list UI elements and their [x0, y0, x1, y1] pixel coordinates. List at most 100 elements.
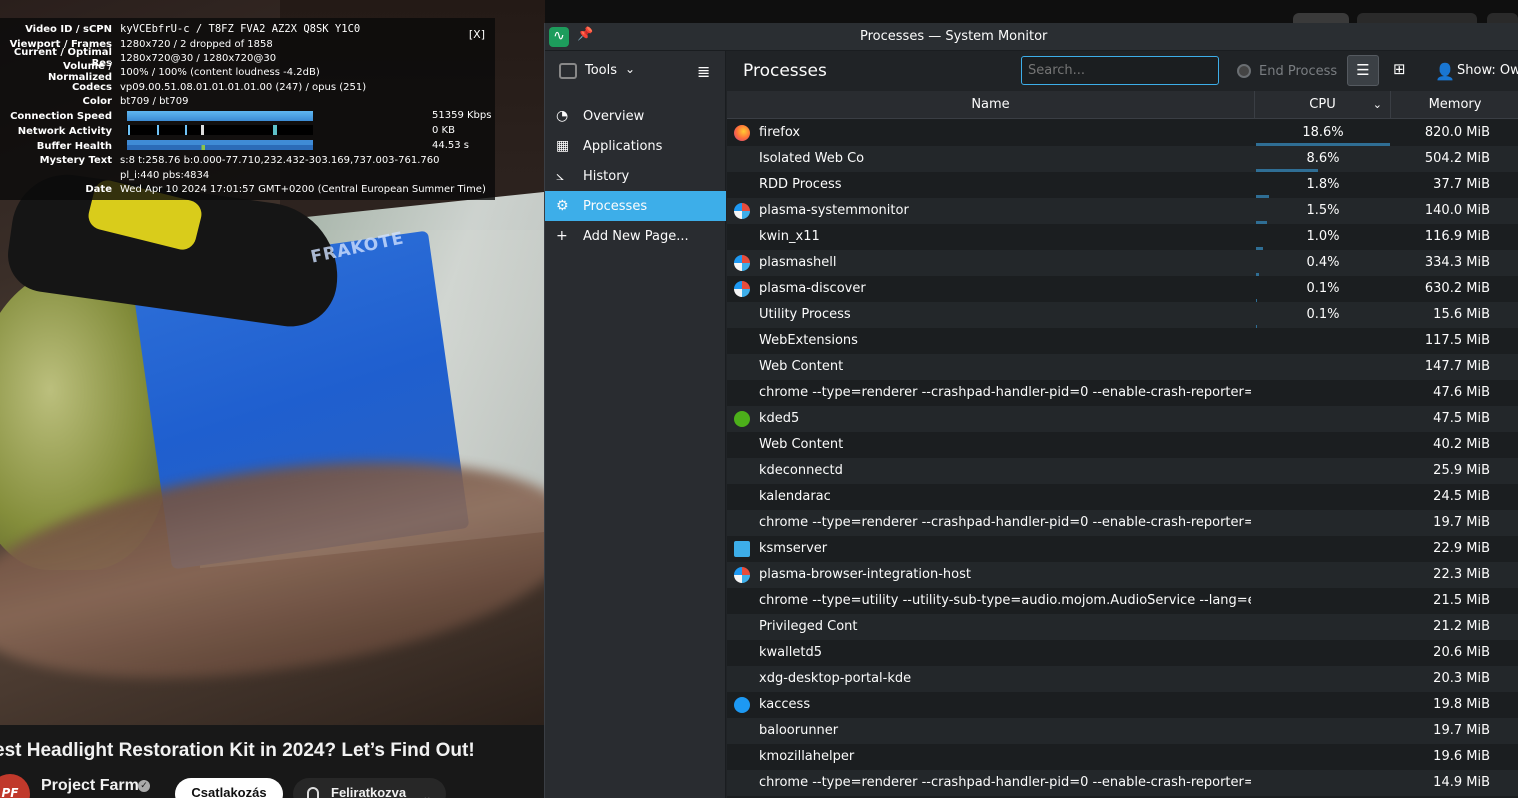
firefox-icon: [734, 125, 750, 141]
table-row[interactable]: kmozillahelper 19.6 MiB: [727, 744, 1518, 770]
table-row[interactable]: WebExtensions 117.5 MiB: [727, 328, 1518, 354]
process-memory: 37.7 MiB: [1433, 177, 1490, 192]
table-row[interactable]: kwalletd5 20.6 MiB: [727, 640, 1518, 666]
end-process-icon: [1237, 64, 1251, 78]
process-memory: 147.7 MiB: [1424, 359, 1490, 374]
table-row[interactable]: kwin_x11 1.0% 116.9 MiB: [727, 224, 1518, 250]
column-cpu-label: CPU: [1309, 97, 1336, 112]
sidebar-item-label: History: [583, 168, 630, 184]
table-row[interactable]: baloorunner 19.7 MiB: [727, 718, 1518, 744]
stats-value: s:8 t:258.76 b:0.000-77.710,232.432-303.…: [120, 154, 440, 166]
table-row[interactable]: Privileged Cont 21.2 MiB: [727, 614, 1518, 640]
table-row[interactable]: chrome --type=renderer --crashpad-handle…: [727, 510, 1518, 536]
process-cpu: 0.4%: [1306, 255, 1340, 270]
sidebar-item-applications[interactable]: ▦ Applications: [545, 131, 726, 161]
process-cpu: 1.8%: [1306, 177, 1340, 192]
sidebar-item-label: Add New Page...: [583, 228, 689, 244]
process-memory: 22.3 MiB: [1433, 567, 1490, 582]
table-header: Name CPU ⌄ Memory: [727, 91, 1518, 119]
process-name: Privileged Cont: [759, 619, 858, 634]
stats-row: Volume / Normalized 100% / 100% (content …: [0, 61, 495, 83]
channel-avatar[interactable]: PF: [0, 774, 30, 798]
stats-row: Codecs vp09.00.51.08.01.01.01.01.00 (247)…: [0, 80, 495, 94]
process-name: plasma-discover: [759, 281, 866, 296]
processes-icon: ⚙: [556, 198, 569, 214]
video-title: est Headlight Restoration Kit in 2024? L…: [0, 740, 475, 761]
stats-value: vp09.00.51.08.01.01.01.01.00 (247) / opu…: [120, 81, 367, 93]
youtube-pane: FRAKOTE [X] Video ID / sCPN kyVCEbfrU-c /…: [0, 0, 545, 798]
network-activity-value: 0 KB: [432, 125, 455, 136]
stats-row-mystery-2: pl_i:440 pbs:4834: [0, 168, 495, 182]
table-row[interactable]: kded5 47.5 MiB: [727, 406, 1518, 432]
hamburger-menu-icon[interactable]: ≣: [697, 62, 710, 81]
process-memory: 820.0 MiB: [1424, 125, 1490, 140]
process-memory: 117.5 MiB: [1424, 333, 1490, 348]
process-memory: 20.6 MiB: [1433, 645, 1490, 660]
search-input[interactable]: [1021, 56, 1219, 85]
table-row[interactable]: plasma-systemmonitor 1.5% 140.0 MiB: [727, 198, 1518, 224]
process-cpu: 8.6%: [1306, 151, 1340, 166]
column-memory[interactable]: Memory: [1391, 91, 1518, 119]
table-row[interactable]: chrome --type=utility --utility-sub-type…: [727, 588, 1518, 614]
table-row[interactable]: chrome --type=renderer --crashpad-handle…: [727, 380, 1518, 406]
toolbox-icon: [559, 63, 577, 79]
list-view-button[interactable]: ☰: [1347, 55, 1379, 86]
stats-for-nerds-panel: [X] Video ID / sCPN kyVCEbfrU-c / T8FZ FV…: [0, 18, 495, 200]
table-row[interactable]: ksmserver 22.9 MiB: [727, 536, 1518, 562]
join-button[interactable]: Csatlakozás: [175, 778, 283, 798]
table-row[interactable]: RDD Process 1.8% 37.7 MiB: [727, 172, 1518, 198]
sidebar-item-overview[interactable]: ◔ Overview: [545, 101, 726, 131]
process-memory: 334.3 MiB: [1424, 255, 1490, 270]
overview-icon: ◔: [556, 108, 569, 124]
browser-tab-shape: [1293, 13, 1349, 23]
sidebar-item-label: Overview: [583, 108, 645, 124]
subscribed-button[interactable]: Feliratkozva ⌄: [293, 778, 446, 798]
person-icon: 👤: [1435, 62, 1455, 81]
table-row[interactable]: firefox 18.6% 820.0 MiB: [727, 120, 1518, 146]
tools-button[interactable]: Tools: [585, 63, 617, 78]
table-row[interactable]: plasma-discover 0.1% 630.2 MiB: [727, 276, 1518, 302]
connection-speed-graph: [127, 111, 313, 121]
process-cpu: 0.1%: [1306, 281, 1340, 296]
title-bar[interactable]: ∿ 📌 Processes — System Monitor: [545, 23, 1518, 51]
table-row[interactable]: plasma-browser-integration-host 22.3 MiB: [727, 562, 1518, 588]
column-name[interactable]: Name: [727, 91, 1255, 119]
table-row[interactable]: chrome --type=renderer --crashpad-handle…: [727, 770, 1518, 796]
process-memory: 20.3 MiB: [1433, 671, 1490, 686]
table-row[interactable]: Web Content 40.2 MiB: [727, 432, 1518, 458]
table-row[interactable]: Isolated Web Co 8.6% 504.2 MiB: [727, 146, 1518, 172]
process-name: WebExtensions: [759, 333, 858, 348]
sidebar-item-label: Processes: [583, 198, 648, 214]
process-memory: 25.9 MiB: [1433, 463, 1490, 478]
process-memory: 116.9 MiB: [1424, 229, 1490, 244]
stats-key: Connection Speed: [10, 110, 112, 122]
process-memory: 21.2 MiB: [1433, 619, 1490, 634]
process-memory: 19.8 MiB: [1433, 697, 1490, 712]
channel-name[interactable]: Project Farm: [41, 777, 139, 795]
sidebar-item-add-new-page[interactable]: + Add New Page...: [545, 221, 726, 251]
table-row[interactable]: plasmashell 0.4% 334.3 MiB: [727, 250, 1518, 276]
table-row[interactable]: xdg-desktop-portal-kde 20.3 MiB: [727, 666, 1518, 692]
tree-view-button[interactable]: ⊞: [1393, 60, 1406, 78]
end-process-button[interactable]: End Process: [1237, 64, 1337, 79]
process-name: kwin_x11: [759, 229, 820, 244]
table-row[interactable]: Web Content 147.7 MiB: [727, 354, 1518, 380]
show-filter-button[interactable]: 👤Show: Own: [1433, 62, 1518, 81]
chevron-down-icon[interactable]: ⌄: [625, 62, 635, 76]
table-row[interactable]: Utility Process 0.1% 15.6 MiB: [727, 302, 1518, 328]
stats-key: Network Activity: [17, 125, 112, 137]
buffer-health-value: 44.53 s: [432, 140, 470, 151]
process-name: kalendarac: [759, 489, 831, 504]
process-name: kdeconnectd: [759, 463, 843, 478]
sidebar-item-processes[interactable]: ⚙ Processes: [545, 191, 726, 221]
stats-value: 1280x720 / 2 dropped of 1858: [120, 38, 273, 50]
process-memory: 47.6 MiB: [1433, 385, 1490, 400]
stats-value: Wed Apr 10 2024 17:01:57 GMT+0200 (Centr…: [120, 183, 486, 195]
column-cpu[interactable]: CPU ⌄: [1255, 91, 1391, 119]
table-row[interactable]: kdeconnectd 25.9 MiB: [727, 458, 1518, 484]
sidebar-item-history[interactable]: ⦣ History: [545, 161, 726, 191]
table-row[interactable]: kalendarac 24.5 MiB: [727, 484, 1518, 510]
process-name: Isolated Web Co: [759, 151, 865, 166]
table-row[interactable]: kaccess 19.8 MiB: [727, 692, 1518, 718]
video-player[interactable]: FRAKOTE [X] Video ID / sCPN kyVCEbfrU-c /…: [0, 0, 545, 725]
